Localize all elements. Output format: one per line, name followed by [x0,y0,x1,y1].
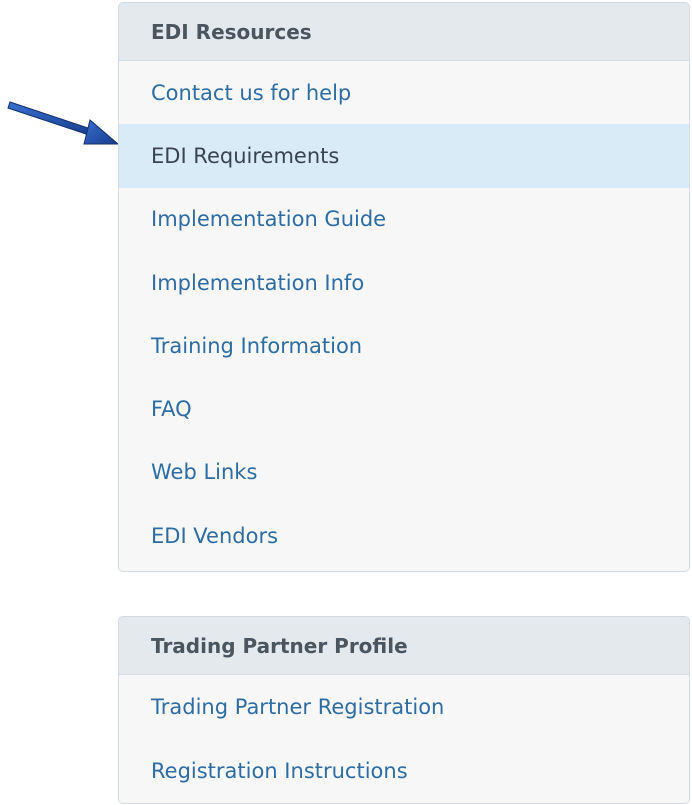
menu-item-registration-instructions[interactable]: Registration Instructions [119,739,689,803]
menu-item-trading-partner-registration[interactable]: Trading Partner Registration [119,675,689,739]
trading-partner-profile-header: Trading Partner Profile [119,617,689,675]
trading-partner-profile-panel: Trading Partner Profile Trading Partner … [118,616,690,804]
page: EDI Resources Contact us for help EDI Re… [0,0,692,805]
menu-item-training-information[interactable]: Training Information [119,314,689,377]
menu-item-edi-requirements[interactable]: EDI Requirements [119,124,689,188]
trading-partner-profile-menu: Trading Partner Registration Registratio… [119,675,689,803]
pointer-arrow-icon [7,101,120,145]
menu-item-faq[interactable]: FAQ [119,377,689,440]
menu-item-web-links[interactable]: Web Links [119,441,689,504]
menu-item-implementation-info[interactable]: Implementation Info [119,251,689,314]
edi-resources-header: EDI Resources [119,3,689,61]
menu-item-implementation-guide[interactable]: Implementation Guide [119,188,689,251]
edi-resources-panel: EDI Resources Contact us for help EDI Re… [118,2,690,572]
edi-resources-menu: Contact us for help EDI Requirements Imp… [119,61,689,567]
menu-item-contact-us[interactable]: Contact us for help [119,61,689,124]
menu-item-edi-vendors[interactable]: EDI Vendors [119,504,689,567]
